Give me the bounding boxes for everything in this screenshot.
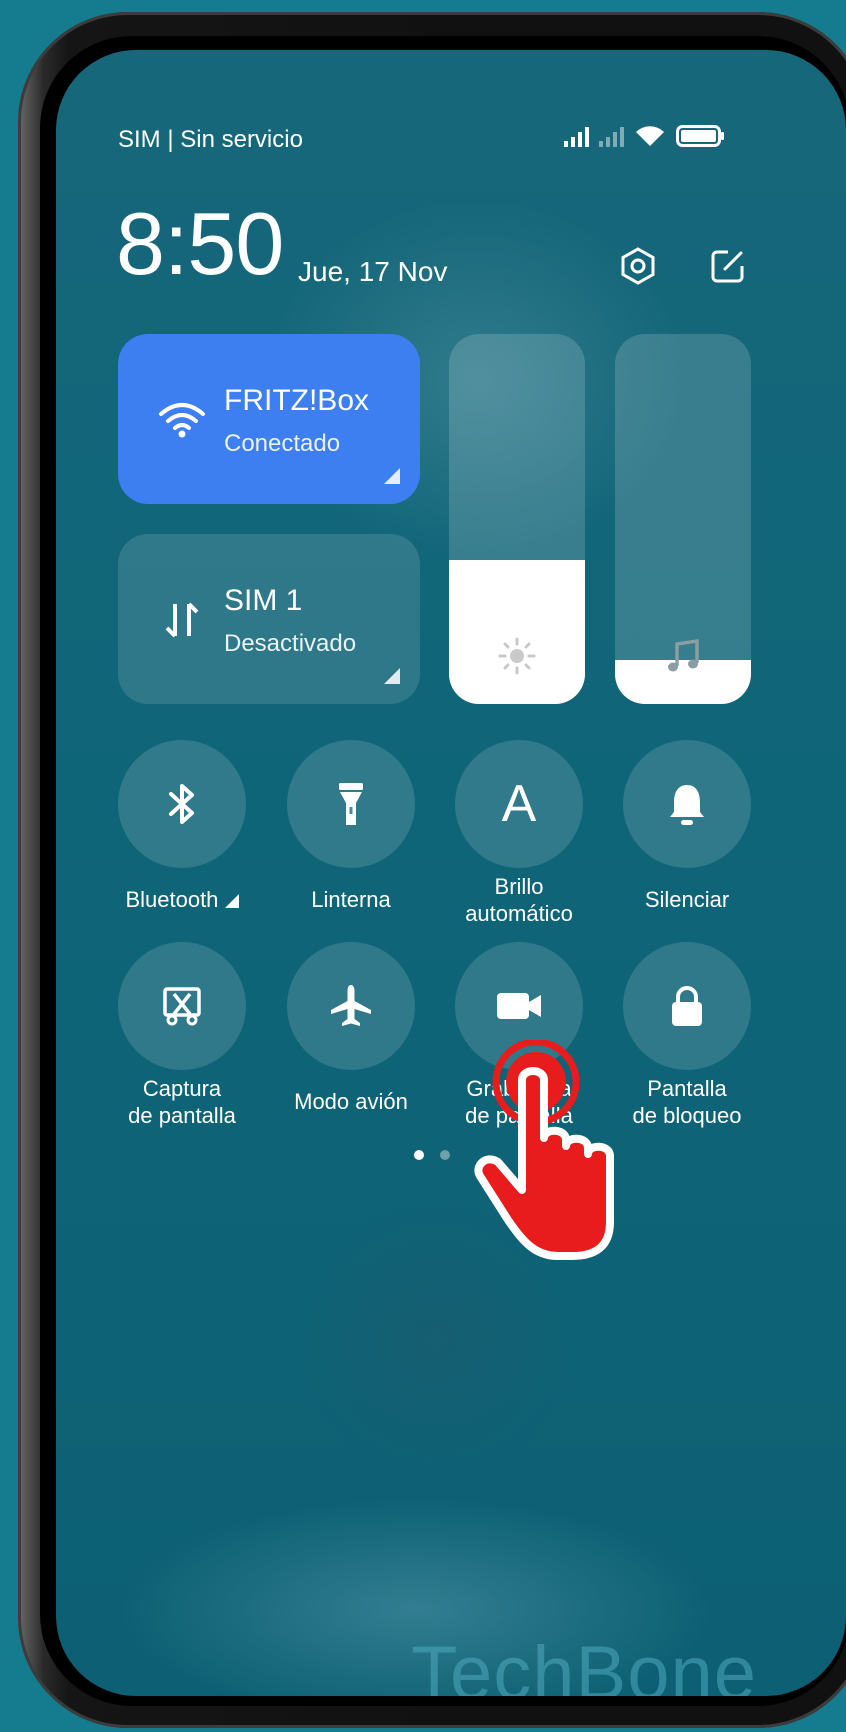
watermark: TechBone [411,1631,758,1696]
signal-off-icon [599,125,624,147]
screenshot-icon [163,987,201,1026]
wifi-icon [154,396,210,444]
page-dot[interactable] [440,1150,450,1160]
expand-corner-icon[interactable] [384,668,400,684]
battery-icon [676,125,726,147]
wifi-tile[interactable]: FRITZ!Box Conectado [118,334,420,504]
auto-brightness-icon: A [501,775,537,833]
signal-strength-icon [564,125,589,147]
wifi-status: Conectado [224,430,341,457]
screenshot-toggle[interactable] [118,942,246,1070]
settings-icon[interactable] [614,242,662,290]
lock-icon [672,986,702,1026]
control-center-screen: SIM | Sin servicio 8:50 Jue, 17 Nov FRIT… [56,50,846,1696]
edit-icon[interactable] [704,242,752,290]
sun-icon [497,636,537,676]
flashlight-label: Linterna [311,887,391,912]
bell-icon [670,785,704,825]
status-icons [564,124,726,148]
page-dot-active[interactable] [414,1150,424,1160]
screenshot-label: Captura de pantalla [128,1076,236,1128]
silent-label: Silenciar [644,887,730,912]
flashlight-icon [339,783,363,825]
auto-brightness-toggle[interactable]: A [455,740,583,868]
clock: 8:50 [116,194,284,293]
bluetooth-label: Bluetooth [97,886,267,913]
page-indicator [414,1150,450,1160]
carrier-status: SIM | Sin servicio [118,126,303,153]
data-arrows-icon [154,596,210,644]
airplane-mode-label: Modo avión [294,1089,408,1114]
auto-brightness-label: Brillo automático [465,874,573,926]
expand-corner-icon[interactable] [384,468,400,484]
wifi-network-name: FRITZ!Box [224,384,370,417]
brightness-level [449,559,585,704]
silent-toggle[interactable] [623,740,751,868]
lock-screen-toggle[interactable] [623,942,751,1070]
video-camera-icon [497,993,541,1019]
flashlight-toggle[interactable] [287,740,415,868]
brightness-slider[interactable] [449,334,585,704]
airplane-mode-toggle[interactable] [287,942,415,1070]
volume-slider[interactable] [615,334,751,704]
wifi-icon [634,124,666,148]
sim-status: Desactivado [224,630,357,657]
mobile-data-tile[interactable]: SIM 1 Desactivado [118,534,420,704]
date: Jue, 17 Nov [298,256,448,287]
airplane-icon [331,985,371,1026]
bluetooth-icon [169,784,194,824]
bluetooth-toggle[interactable] [118,740,246,868]
music-note-icon [663,636,703,676]
tap-hand-icon [472,1038,642,1265]
sim-name: SIM 1 [224,584,303,617]
